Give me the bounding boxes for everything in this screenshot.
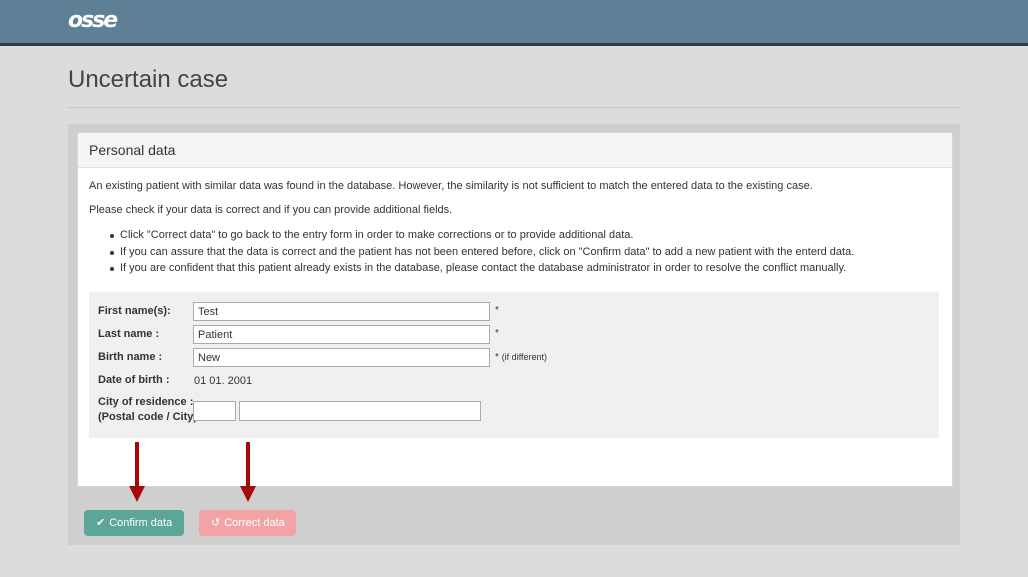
intro-text-2: Please check if your data is correct and… (89, 204, 453, 216)
page-title: Uncertain case (68, 66, 229, 93)
residence-label-line1: City of residence : (98, 396, 194, 408)
title-divider (68, 107, 960, 108)
top-navbar: osse (0, 0, 1028, 46)
list-item: If you can assure that the data is corre… (108, 244, 854, 261)
instruction-list: Click "Correct data" to go back to the e… (108, 227, 854, 277)
card-title: Personal data (89, 142, 176, 158)
arrow-down-icon (240, 442, 256, 502)
first-name-input[interactable] (193, 302, 490, 321)
required-marker: * (495, 328, 499, 339)
intro-text-1: An existing patient with similar data wa… (89, 180, 813, 192)
date-of-birth-value: 01 01. 2001 (194, 375, 253, 387)
check-icon: ✔ (96, 517, 106, 529)
confirm-data-button[interactable]: ✔ Confirm data (84, 510, 184, 536)
birth-name-hint: * (if different) (495, 352, 547, 363)
app-logo[interactable]: osse (68, 8, 118, 33)
birth-name-label: Birth name : (98, 351, 163, 363)
last-name-label: Last name : (98, 328, 160, 340)
confirm-data-label: Confirm data (109, 517, 173, 529)
required-marker: * (495, 305, 499, 316)
date-of-birth-label: Date of birth : (98, 374, 170, 386)
card-header: Personal data (78, 133, 952, 168)
residence-label-line2: (Postal code / City) (98, 411, 198, 423)
arrow-down-icon (129, 442, 145, 502)
correct-data-label: Correct data (224, 517, 285, 529)
correct-data-button[interactable]: ↺ Correct data (199, 510, 296, 536)
last-name-input[interactable] (193, 325, 490, 344)
postal-code-input[interactable] (193, 401, 236, 421)
list-item: Click "Correct data" to go back to the e… (108, 227, 854, 244)
undo-icon: ↺ (211, 517, 221, 529)
list-item: If you are confident that this patient a… (108, 260, 854, 277)
birth-name-input[interactable] (193, 348, 490, 367)
required-marker: * (495, 352, 499, 363)
first-name-label: First name(s): (98, 305, 171, 317)
personal-data-card: Personal data An existing patient with s… (77, 132, 953, 487)
city-input[interactable] (239, 401, 481, 421)
if-different-hint: (if different) (501, 352, 548, 362)
patient-form: First name(s): * Last name : * Birth nam… (89, 292, 939, 438)
